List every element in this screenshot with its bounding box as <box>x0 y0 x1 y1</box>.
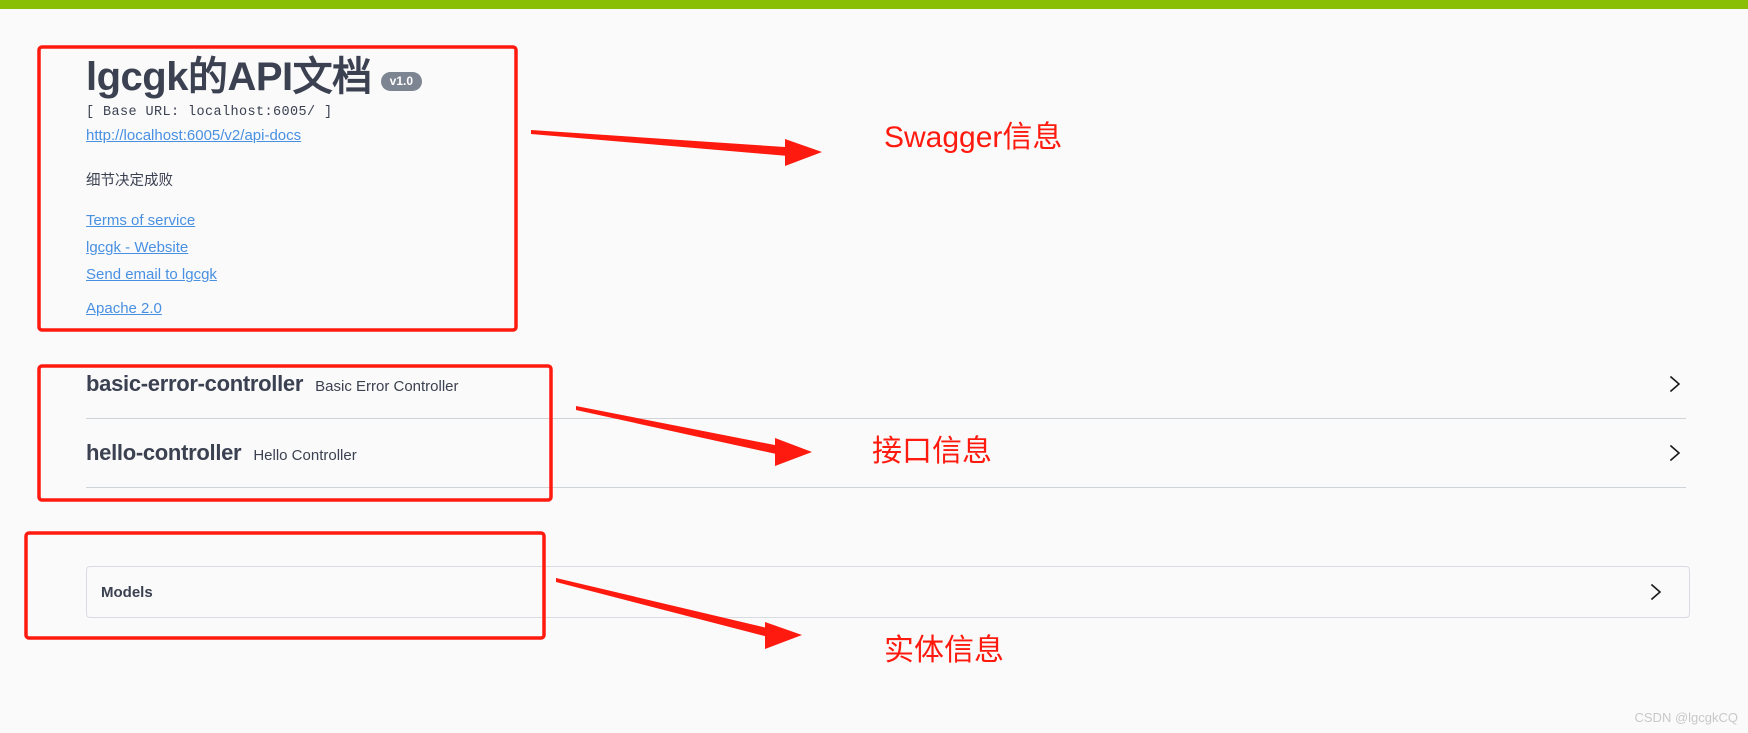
tag-description: Basic Error Controller <box>315 377 459 395</box>
api-description: 细节决定成败 <box>86 173 173 189</box>
models-label: Models <box>101 583 153 601</box>
website-link[interactable]: lgcgk - Website <box>86 239 606 256</box>
api-docs-link[interactable]: http://localhost:6005/v2/api-docs <box>86 127 301 144</box>
license-link[interactable]: Apache 2.0 <box>86 300 606 317</box>
tag-row-basic-error-controller[interactable]: basic-error-controller Basic Error Contr… <box>86 350 1686 419</box>
annotation-label-entity-info: 实体信息 <box>884 634 1004 667</box>
base-url-text: [ Base URL: localhost:6005/ ] <box>86 105 333 120</box>
info-link-list: Terms of service lgcgk - Website Send em… <box>86 212 606 283</box>
contact-email-link[interactable]: Send email to lgcgk <box>86 266 606 283</box>
watermark: CSDN @lgcgkCQ <box>1634 710 1739 725</box>
tag-name: hello-controller <box>86 440 242 465</box>
models-section[interactable]: Models <box>86 566 1690 618</box>
tag-name: basic-error-controller <box>86 371 304 396</box>
swagger-top-bar <box>0 0 1748 9</box>
chevron-right-icon[interactable] <box>1664 373 1686 395</box>
tag-description: Hello Controller <box>253 446 357 464</box>
terms-of-service-link[interactable]: Terms of service <box>86 212 606 229</box>
tag-section: basic-error-controller Basic Error Contr… <box>86 350 1686 488</box>
api-title-row: lgcgk的API文档 v1.0 <box>86 56 606 98</box>
api-info-block: lgcgk的API文档 v1.0 [ Base URL: localhost:6… <box>86 56 606 317</box>
tag-row-hello-controller[interactable]: hello-controller Hello Controller <box>86 419 1686 488</box>
chevron-right-icon[interactable] <box>1664 442 1686 464</box>
page-title: lgcgk的API文档 <box>86 55 372 99</box>
version-badge: v1.0 <box>380 71 423 91</box>
annotation-label-swagger-info: Swagger信息 <box>884 121 1063 154</box>
chevron-right-icon[interactable] <box>1645 581 1667 603</box>
